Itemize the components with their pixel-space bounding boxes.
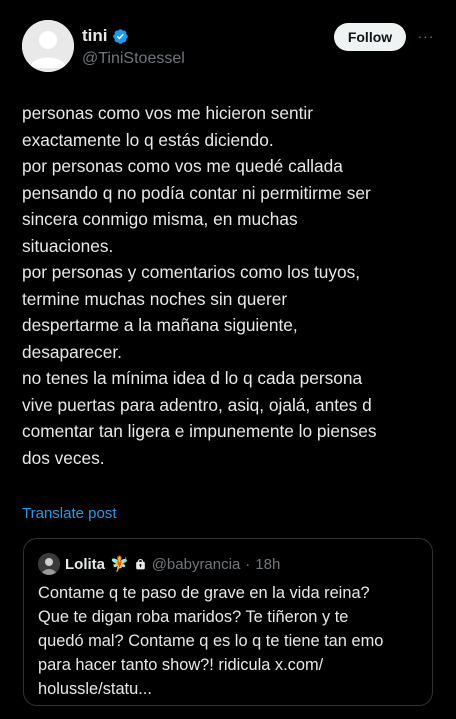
verified-badge-icon: [112, 28, 128, 44]
quoted-display-name: Lolita: [65, 555, 105, 573]
quoted-tweet-header: Lolita 🧚 @babyrancia · 18h: [38, 553, 280, 575]
translate-post-link[interactable]: Translate post: [22, 505, 117, 522]
quoted-avatar: [38, 553, 60, 575]
author-handle[interactable]: @TiniStoessel: [82, 50, 185, 68]
lock-icon: [135, 558, 145, 569]
follow-button[interactable]: Follow: [334, 23, 406, 51]
author-display-name[interactable]: tini: [82, 26, 108, 46]
quoted-handle: @babyrancia: [151, 555, 241, 573]
author-name-row[interactable]: tini: [82, 26, 129, 46]
dot-separator: ·: [245, 555, 251, 573]
quoted-tweet-text: Contame q te paso de grave en la vida re…: [38, 584, 384, 698]
quoted-tweet-card[interactable]: Lolita 🧚 @babyrancia · 18h Contame q te …: [23, 538, 433, 706]
quoted-timestamp: 18h: [255, 555, 281, 573]
tweet-text: personas como vos me hicieron sentir exa…: [22, 103, 377, 468]
more-options-icon[interactable]: ···: [416, 26, 436, 46]
tweet-header: tini @TiniStoessel Follow ···: [22, 20, 436, 76]
default-avatar-icon: [22, 20, 74, 72]
avatar[interactable]: [22, 20, 74, 72]
fairy-emoji-icon: 🧚: [110, 556, 129, 573]
quoted-avatar-image-icon: [38, 553, 60, 575]
